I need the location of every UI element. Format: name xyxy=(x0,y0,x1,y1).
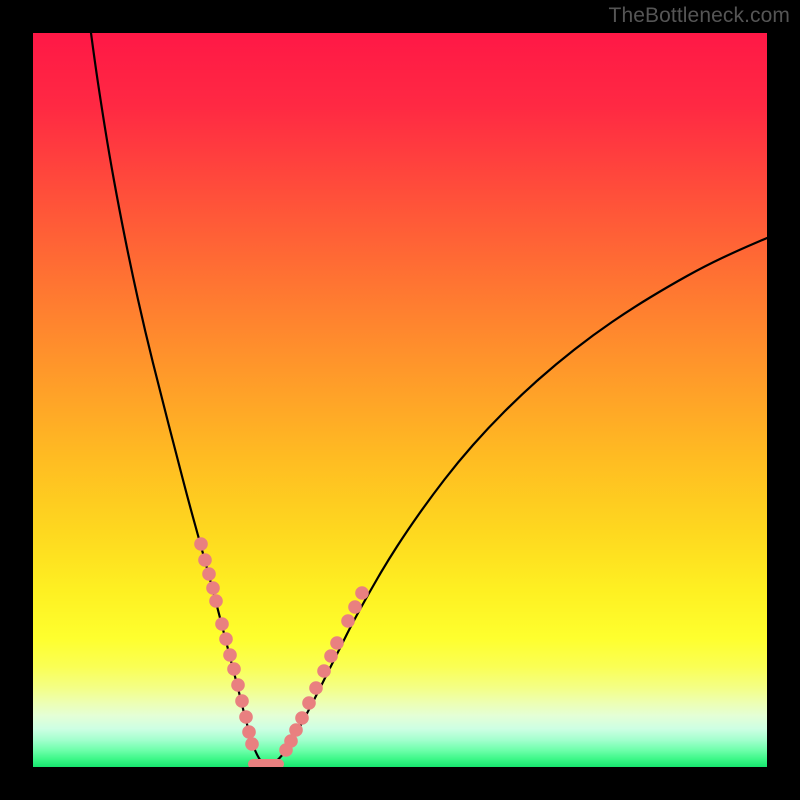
marker-dot xyxy=(295,711,309,725)
plot-area xyxy=(33,33,767,767)
marker-dot xyxy=(235,694,249,708)
marker-dot xyxy=(223,648,237,662)
marker-dot xyxy=(341,614,355,628)
marker-dot xyxy=(289,723,303,737)
marker-dot xyxy=(330,636,344,650)
marker-dot xyxy=(245,737,259,751)
marker-dot xyxy=(309,681,323,695)
gradient-background xyxy=(33,33,767,767)
marker-dot xyxy=(317,664,331,678)
marker-dot xyxy=(302,696,316,710)
frame: TheBottleneck.com xyxy=(0,0,800,800)
marker-dot xyxy=(202,567,216,581)
marker-dot xyxy=(198,553,212,567)
marker-dot xyxy=(219,632,233,646)
marker-dot xyxy=(242,725,256,739)
marker-dot xyxy=(355,586,369,600)
marker-dot xyxy=(348,600,362,614)
marker-dot xyxy=(215,617,229,631)
marker-dot xyxy=(231,678,245,692)
marker-dot xyxy=(239,710,253,724)
watermark-text: TheBottleneck.com xyxy=(609,4,790,28)
marker-dot xyxy=(194,537,208,551)
marker-dot xyxy=(324,649,338,663)
marker-dot xyxy=(206,581,220,595)
marker-dot xyxy=(227,662,241,676)
marker-dot xyxy=(209,594,223,608)
chart-svg xyxy=(33,33,767,767)
